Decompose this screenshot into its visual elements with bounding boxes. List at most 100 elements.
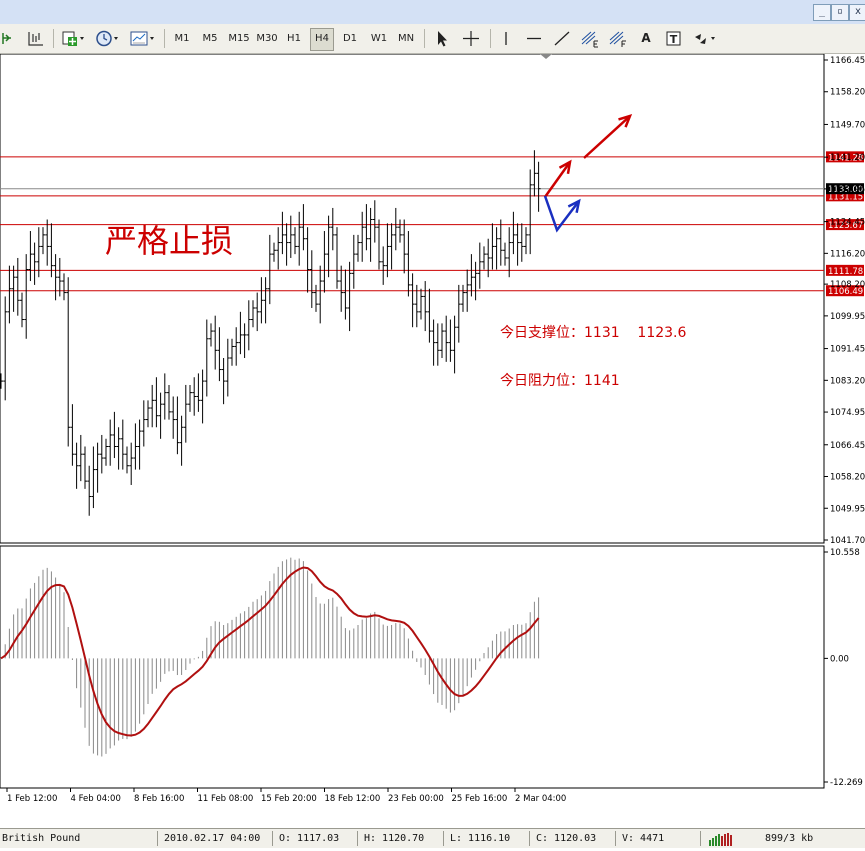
ohlc-bar [162,373,167,420]
ohlc-bar [528,169,533,255]
ohlc-bar [133,423,138,470]
ohlc-bar [477,242,482,289]
y-tick-label: 1149.70 [830,120,865,130]
ohlc-bar [309,250,314,308]
timeframe-w1[interactable]: W1 [367,28,391,49]
ohlc-bar [440,323,444,359]
ohlc-bar [280,211,285,255]
price-pane [0,53,825,544]
ohlc-bar [36,227,41,278]
y-tick-label: 1066.45 [830,441,865,451]
template-icon[interactable] [129,28,157,49]
text-label-glyph: T [670,33,678,46]
status-separator [615,831,616,846]
auto-scroll-icon[interactable] [26,28,46,49]
ohlc-bar [183,384,188,443]
price-chart[interactable]: 1141.281131.151123.671111.781106.491133.… [0,53,865,808]
x-tick-label: 11 Feb 08:00 [198,794,254,804]
x-tick-label: 25 Feb 16:00 [452,794,508,804]
close-button[interactable]: x [849,4,865,21]
ohlc-bar [234,327,239,366]
ohlc-bar [87,465,92,516]
restore-button[interactable]: ▫ [831,4,849,21]
ohlc-bar [146,400,150,428]
ohlc-bar [70,404,75,466]
fibonacci-e-icon[interactable] [579,28,601,49]
ohlc-bar [179,415,184,466]
ohlc-bar [41,227,45,255]
y-tick-label: 1091.45 [830,345,865,355]
ohlc-bar [473,261,478,301]
ohlc-bar [209,323,213,347]
clock-icon[interactable] [94,28,122,49]
ohlc-bar [322,231,327,293]
ohlc-bar [507,227,512,278]
status-separator [357,831,358,846]
horizontal-line-icon[interactable] [523,28,545,49]
ohlc-bar [419,288,423,320]
red-arrow-short [543,159,572,198]
crosshair-icon[interactable] [460,28,482,49]
play-icon[interactable] [0,28,14,49]
ohlc-bar [372,200,377,243]
status-separator [272,831,273,846]
timeframe-m30[interactable]: M30 [254,28,280,49]
vertical-line-icon[interactable] [496,28,516,49]
timeframe-m5[interactable]: M5 [199,28,221,49]
connection-bars-icon [708,832,736,846]
ohlc-bar [272,242,276,262]
timeframe-mn[interactable]: MN [394,28,418,49]
text-label-icon[interactable]: T [663,28,685,49]
ohlc-bar [196,373,201,412]
ohlc-bar [175,396,180,455]
x-tick-label: 18 Feb 12:00 [325,794,381,804]
ohlc-bar [238,311,243,355]
y-tick-label: 1083.20 [830,376,865,386]
ohlc-bar [32,242,37,285]
ohlc-bar [255,292,260,332]
ohlc-bar [339,265,344,312]
ohlc-bar [486,238,491,278]
ohlc-bar [171,396,176,439]
timeframe-h4[interactable]: H4 [310,28,334,51]
ohlc-bar [78,434,83,482]
status-close: C: 1120.03 [536,833,597,844]
trendline-icon[interactable] [551,28,573,49]
ohlc-bar [469,254,474,297]
minimize-button[interactable]: _ [813,4,831,21]
status-separator [443,831,444,846]
ohlc-bar [414,284,419,328]
arrows-icon[interactable] [692,28,722,49]
ohlc-bar [53,254,58,301]
ohlc-bar [28,231,33,282]
chart-add-icon[interactable] [60,28,86,49]
ohlc-bar [398,219,402,243]
ohlc-bar [158,392,163,439]
cursor-icon[interactable] [431,28,453,49]
ohlc-bar [343,269,348,320]
status-open: O: 1117.03 [279,833,340,844]
text-icon[interactable]: A [636,28,656,49]
ohlc-bar [410,273,415,328]
ohlc-bar [330,207,335,251]
price-label: 1111.78 [828,267,863,277]
chart-area[interactable]: 1141.28 1131.15 1123.67 1111.78 1106.49 1133.… [0,53,865,808]
ohlc-bar [494,227,499,270]
timeframe-m1[interactable]: M1 [171,28,193,49]
x-tick-label: 8 Feb 16:00 [134,794,184,804]
y-tick-label: 1132.95 [830,185,865,195]
status-high: H: 1120.70 [364,833,425,844]
ohlc-bar [288,215,293,258]
status-low: L: 1116.10 [450,833,511,844]
fibonacci-f-icon[interactable] [607,28,629,49]
y-tick-label: 1116.20 [830,249,865,259]
ohlc-bar [230,338,234,366]
timeframe-d1[interactable]: D1 [339,28,361,49]
timeframe-h1[interactable]: H1 [283,28,305,49]
macd-plot-frame [0,545,825,789]
ohlc-bar [74,442,79,489]
toolbar-separator [424,29,425,48]
ohlc-bar [515,223,520,266]
timeframe-m15[interactable]: M15 [226,28,252,49]
x-tick-label: 1 Feb 12:00 [7,794,57,804]
